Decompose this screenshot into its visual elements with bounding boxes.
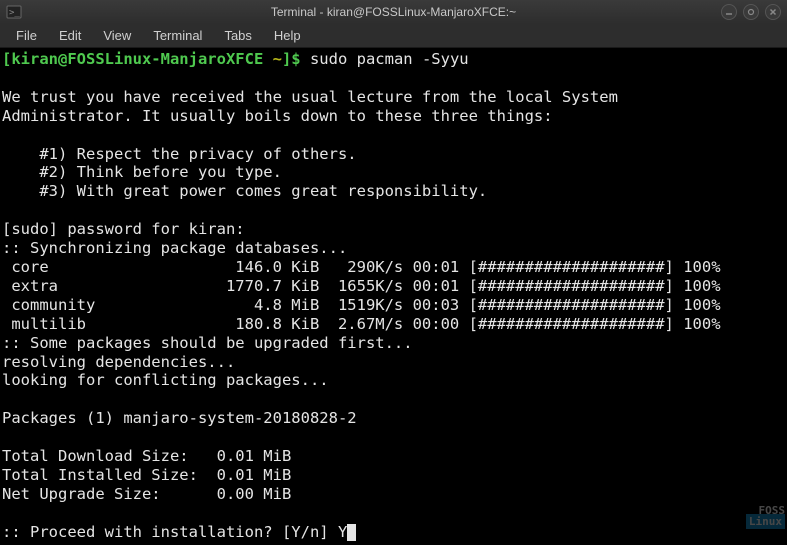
proceed-prompt: :: Proceed with installation? [Y/n] Y (2, 523, 347, 541)
window-title: Terminal - kiran@FOSSLinux-ManjaroXFCE:~ (271, 5, 516, 19)
menu-tabs[interactable]: Tabs (214, 25, 261, 46)
close-button[interactable] (765, 4, 781, 20)
menu-help[interactable]: Help (264, 25, 311, 46)
menu-edit[interactable]: Edit (49, 25, 91, 46)
watermark: FOSSLinux (746, 505, 785, 527)
menu-bar: File Edit View Terminal Tabs Help (0, 24, 787, 48)
lecture-rule: #2) Think before you type. (2, 163, 282, 181)
sudo-prompt: [sudo] password for kiran: (2, 220, 245, 238)
prompt-user-host: [kiran@FOSSLinux-ManjaroXFCE (2, 50, 263, 68)
packages-line: Packages (1) manjaro-system-20180828-2 (2, 409, 357, 427)
size-net: Net Upgrade Size: 0.00 MiB (2, 485, 291, 503)
menu-view[interactable]: View (93, 25, 141, 46)
title-bar: >_ Terminal - kiran@FOSSLinux-ManjaroXFC… (0, 0, 787, 24)
watermark-linux: Linux (746, 514, 785, 529)
lecture-line: We trust you have received the usual lec… (2, 88, 618, 106)
prompt-dollar: ]$ (282, 50, 301, 68)
size-installed: Total Installed Size: 0.01 MiB (2, 466, 291, 484)
window-controls (721, 4, 781, 20)
download-line-community: community 4.8 MiB 1519K/s 00:03 [#######… (2, 296, 721, 314)
menu-file[interactable]: File (6, 25, 47, 46)
terminal-output[interactable]: [kiran@FOSSLinux-ManjaroXFCE ~]$ sudo pa… (0, 48, 787, 545)
size-download: Total Download Size: 0.01 MiB (2, 447, 291, 465)
command-text: sudo pacman -Syyu (301, 50, 469, 68)
lecture-rule: #1) Respect the privacy of others. (2, 145, 357, 163)
lecture-rule: #3) With great power comes great respons… (2, 182, 487, 200)
download-line-multilib: multilib 180.8 KiB 2.67M/s 00:00 [######… (2, 315, 721, 333)
cursor (347, 524, 356, 541)
sync-header: :: Synchronizing package databases... (2, 239, 347, 257)
looking-msg: looking for conflicting packages... (2, 371, 329, 389)
minimize-button[interactable] (721, 4, 737, 20)
resolving-msg: resolving dependencies... (2, 353, 235, 371)
maximize-button[interactable] (743, 4, 759, 20)
prompt-cwd: ~ (263, 50, 282, 68)
svg-text:>_: >_ (9, 8, 20, 18)
menu-terminal[interactable]: Terminal (143, 25, 212, 46)
download-line-extra: extra 1770.7 KiB 1655K/s 00:01 [########… (2, 277, 721, 295)
lecture-line: Administrator. It usually boils down to … (2, 107, 553, 125)
download-line-core: core 146.0 KiB 290K/s 00:01 [###########… (2, 258, 721, 276)
upgrade-msg: :: Some packages should be upgraded firs… (2, 334, 413, 352)
terminal-icon: >_ (6, 4, 22, 20)
